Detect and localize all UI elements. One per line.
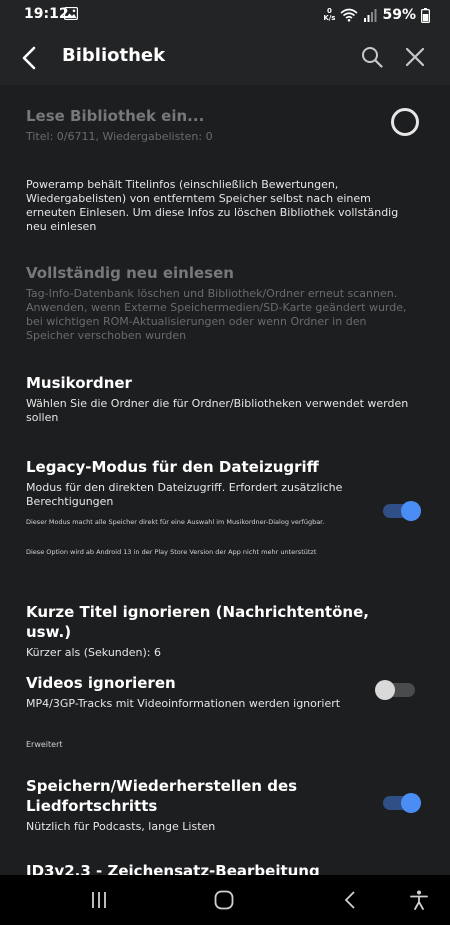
toggle-knob [401,501,421,521]
ignore-videos-item[interactable]: Videos ignorieren MP4/3GP-Tracks mit Vid… [26,673,376,711]
music-folders-title: Musikordner [26,374,132,392]
section-header-advanced: Erweitert [26,740,63,749]
toggle-knob [375,680,395,700]
accessibility-icon[interactable] [408,889,430,911]
legacy-mode-title: Legacy-Modus für den Dateizugriff [26,458,319,476]
wifi-icon [340,8,359,22]
full-rescan-subtitle: Tag-Info-Datenbank löschen und Bibliothe… [26,287,407,342]
loading-spinner-icon [391,108,419,136]
short-titles-item[interactable]: Kurze Titel ignorieren (Nachrichtentöne,… [26,602,416,660]
navigation-bar [0,875,450,925]
ignore-videos-title: Videos ignorieren [26,674,176,692]
status-right: 0 K/s 59% [323,4,430,26]
rescan-subtitle: Titel: 0/6711, Wiedergabelisten: 0 [26,130,213,143]
short-titles-title: Kurze Titel ignorieren (Nachrichtentöne,… [26,603,369,641]
save-progress-toggle[interactable] [383,793,421,813]
save-progress-title: Speichern/Wiederherstellen des Liedforts… [26,777,298,815]
full-rescan-title: Vollständig neu einlesen [26,264,234,282]
ignore-videos-toggle[interactable] [375,680,415,700]
net-speed: 0 K/s [323,7,336,22]
legacy-mode-item[interactable]: Legacy-Modus für den Dateizugriff Modus … [26,457,376,509]
app-bar: Bibliothek [0,30,450,85]
page-title: Bibliothek [62,45,166,66]
ignore-videos-subtitle: MP4/3GP-Tracks mit Videoinformationen we… [26,697,341,710]
battery-percent: 59% [382,7,416,23]
legacy-mode-subtitle: Modus für den direkten Dateizugriff. Erf… [26,481,343,508]
legacy-mode-note-2: Diese Option wird ab Android 13 in der P… [26,548,317,556]
back-arrow-icon[interactable] [16,44,44,72]
nav-back-icon[interactable] [340,889,362,911]
legacy-mode-note-1: Dieser Modus macht alle Speicher direkt … [26,518,325,526]
music-folders-item[interactable]: Musikordner Wählen Sie die Ordner die fü… [26,373,416,425]
search-icon[interactable] [360,45,384,69]
status-time: 19:12 [24,6,69,22]
music-folders-subtitle: Wählen Sie die Ordner die für Ordner/Bib… [26,397,409,424]
battery-icon [421,7,430,23]
signal-icon [364,9,377,22]
home-icon[interactable] [213,889,235,911]
status-bar: 19:12 0 K/s 59% [0,0,450,30]
recents-icon[interactable] [88,889,110,911]
info-text: Poweramp behält Titelinfos (einschließli… [26,178,399,233]
short-titles-subtitle: Kürzer als (Sekunden): 6 [26,646,161,659]
gallery-icon [64,7,78,20]
full-rescan-item[interactable]: Vollständig neu einlesen Tag-Info-Datenb… [26,263,416,343]
save-progress-subtitle: Nützlich für Podcasts, lange Listen [26,820,216,833]
legacy-mode-toggle[interactable] [383,501,421,521]
close-icon[interactable] [403,45,427,69]
save-progress-item[interactable]: Speichern/Wiederherstellen des Liedforts… [26,776,366,834]
rescan-title: Lese Bibliothek ein... [26,107,205,125]
rescan-library-item[interactable]: Lese Bibliothek ein... Titel: 0/6711, Wi… [26,106,416,144]
toggle-knob [401,793,421,813]
